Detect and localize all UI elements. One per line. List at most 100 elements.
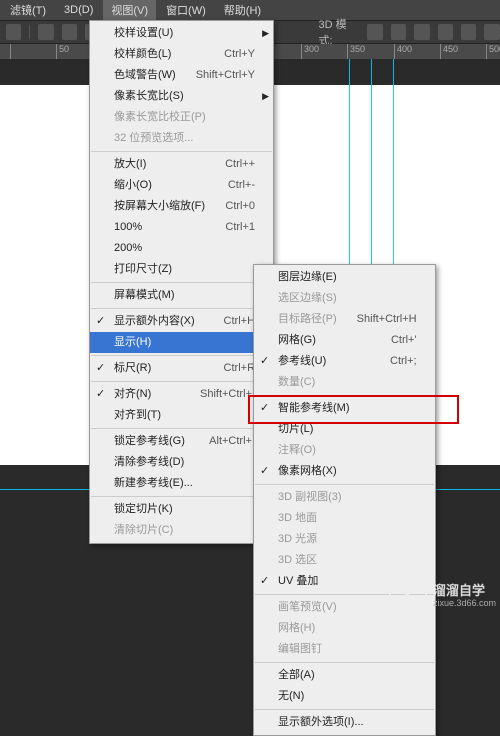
menu-item-label: 3D 地面 (278, 510, 417, 527)
menu-item-label: 网格(H) (278, 620, 417, 637)
menu-item[interactable]: 无(N) (254, 686, 435, 707)
menubar-item[interactable]: 窗口(W) (158, 0, 214, 20)
menu-item[interactable]: 锁定切片(K) (90, 499, 273, 520)
ruler-tick: 50 (56, 44, 69, 60)
show-submenu: 图层边缘(E) 选区边缘(S) 目标路径(P)Shift+Ctrl+H 网格(G) Ct… (253, 264, 436, 736)
menu-item-label: 数量(C) (278, 374, 417, 391)
menu-item-label: 32 位预览选项... (114, 130, 255, 147)
menu-item: 网格(H) (254, 618, 435, 639)
menu-item[interactable]: ✓显示额外内容(X)Ctrl+H (90, 311, 273, 332)
tool-icon[interactable] (62, 24, 77, 40)
menu-item[interactable]: 新建参考线(E)... (90, 473, 273, 494)
mode-icon[interactable] (484, 24, 499, 40)
menu-item-label: 清除切片(C) (114, 522, 255, 539)
menu-item-shortcut: Shift+Ctrl+; (200, 386, 255, 403)
menu-item-label: 3D 选区 (278, 552, 417, 569)
menu-item[interactable]: 100%Ctrl+1 (90, 217, 273, 238)
menu-item[interactable]: 像素长宽比(S)▶ (90, 86, 273, 107)
menu-item-label: 像素长宽比(S) (114, 88, 255, 105)
menu-item[interactable]: 屏幕模式(M)▶ (90, 285, 273, 306)
ruler-tick (10, 44, 13, 60)
menu-separator (91, 428, 272, 429)
mode-icon[interactable] (391, 24, 406, 40)
menu-item: 选区边缘(S) (254, 288, 435, 309)
menu-item-label: 选区边缘(S) (278, 290, 417, 307)
menu-item[interactable]: 200% (90, 238, 273, 259)
menu-item-label: 对齐(N) (114, 386, 180, 403)
menu-item-label: 显示额外内容(X) (114, 313, 204, 330)
ruler-tick: 450 (440, 44, 458, 60)
menu-item-label: 按屏幕大小缩放(F) (114, 198, 205, 215)
menu-item[interactable]: 显示(H)▶ (90, 332, 273, 353)
menu-item[interactable]: 锁定参考线(G)Alt+Ctrl+; (90, 431, 273, 452)
menu-item-shortcut: Ctrl+- (228, 177, 255, 194)
menu-item-label: 校样颜色(L) (114, 46, 204, 63)
menu-item[interactable]: ✓标尺(R)Ctrl+R (90, 358, 273, 379)
menu-item-shortcut: Ctrl+; (390, 353, 417, 370)
menu-separator (91, 282, 272, 283)
check-icon: ✓ (96, 313, 105, 330)
menu-item-label: 3D 光源 (278, 531, 417, 548)
view-menu: 校样设置(U) ▶ 校样颜色(L)Ctrl+Y色域警告(W)Shift+Ctrl+Y… (89, 20, 274, 544)
menu-item-label: 锁定切片(K) (114, 501, 255, 518)
submenu-arrow-icon: ▶ (262, 25, 269, 42)
menu-item[interactable]: ✓参考线(U)Ctrl+; (254, 351, 435, 372)
menu-item-label: 对齐到(T) (114, 407, 255, 424)
menu-item[interactable]: 打印尺寸(Z) (90, 259, 273, 280)
menu-separator (255, 395, 434, 396)
menu-separator (91, 308, 272, 309)
menu-item-label: 清除参考线(D) (114, 454, 255, 471)
menu-item-label: 网格(G) (278, 332, 371, 349)
menu-item: 像素长宽比校正(P) (90, 107, 273, 128)
tool-icon[interactable] (6, 24, 21, 40)
menu-item[interactable]: 网格(G) Ctrl+' (254, 330, 435, 351)
mode-icon[interactable] (461, 24, 476, 40)
menu-item-label: 放大(I) (114, 156, 205, 173)
menu-item[interactable]: 校样颜色(L)Ctrl+Y (90, 44, 273, 65)
check-icon: ✓ (260, 573, 269, 590)
menu-item-label: 像素网格(X) (278, 463, 417, 480)
menu-item[interactable]: 显示额外选项(I)... (254, 712, 435, 733)
menu-item[interactable]: 放大(I) Ctrl++ (90, 154, 273, 175)
menu-item-label: 锁定参考线(G) (114, 433, 189, 450)
menu-item-shortcut: Ctrl++ (225, 156, 255, 173)
menubar[interactable]: 滤镜(T)3D(D)视图(V)窗口(W)帮助(H) (0, 0, 500, 20)
menu-item[interactable]: 清除参考线(D) (90, 452, 273, 473)
menu-item: 目标路径(P)Shift+Ctrl+H (254, 309, 435, 330)
menubar-item[interactable]: 视图(V) (103, 0, 156, 20)
menu-item-shortcut: Ctrl+1 (225, 219, 255, 236)
menu-separator (91, 151, 272, 152)
menu-item-label: 显示(H) (114, 334, 255, 351)
menu-item-label: 参考线(U) (278, 353, 370, 370)
menu-item: 3D 副视图(3) (254, 487, 435, 508)
menu-separator (255, 484, 434, 485)
menubar-item[interactable]: 滤镜(T) (2, 0, 54, 20)
menu-item: 数量(C) (254, 372, 435, 393)
menu-item[interactable]: 全部(A) (254, 665, 435, 686)
menu-item[interactable]: 切片(L) (254, 419, 435, 440)
menu-item[interactable]: 图层边缘(E) (254, 267, 435, 288)
menu-item-label: 色域警告(W) (114, 67, 176, 84)
menubar-item[interactable]: 帮助(H) (216, 0, 269, 20)
mode-icon[interactable] (414, 24, 429, 40)
menu-item-shortcut: Shift+Ctrl+H (357, 311, 417, 328)
menu-item-label: 编辑图钉 (278, 641, 417, 658)
menu-item-shortcut: Ctrl+' (391, 332, 417, 349)
menu-item[interactable]: 缩小(O)Ctrl+- (90, 175, 273, 196)
menu-item[interactable]: 校样设置(U) ▶ (90, 23, 273, 44)
menubar-item[interactable]: 3D(D) (56, 2, 101, 18)
tool-icon[interactable] (38, 24, 53, 40)
menu-item-label: 校样设置(U) (114, 25, 255, 42)
menu-item[interactable]: ✓像素网格(X) (254, 461, 435, 482)
menu-item-label: 图层边缘(E) (278, 269, 417, 286)
menu-item[interactable]: 对齐到(T)▶ (90, 405, 273, 426)
menu-item[interactable]: ✓对齐(N)Shift+Ctrl+; (90, 384, 273, 405)
menu-item[interactable]: 按屏幕大小缩放(F)Ctrl+0 (90, 196, 273, 217)
menu-item[interactable]: ✓智能参考线(M) (254, 398, 435, 419)
menu-item-label: 标尺(R) (114, 360, 204, 377)
menu-item-label: 3D 副视图(3) (278, 489, 417, 506)
mode-icon[interactable] (438, 24, 453, 40)
menu-item-label: 屏幕模式(M) (114, 287, 255, 304)
menu-item[interactable]: 色域警告(W)Shift+Ctrl+Y (90, 65, 273, 86)
mode-icon[interactable] (367, 24, 382, 40)
